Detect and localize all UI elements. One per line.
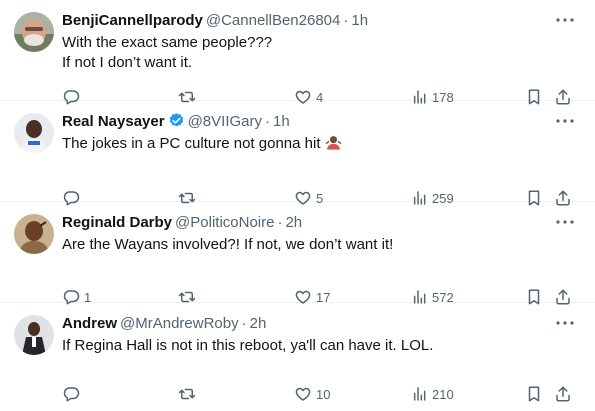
avatar[interactable] (14, 315, 54, 355)
bookmark-icon (528, 386, 540, 402)
more-options-icon[interactable] (553, 210, 577, 234)
separator-dot: · (277, 214, 283, 231)
verified-badge-icon[interactable] (168, 112, 185, 129)
avatar[interactable] (14, 113, 54, 153)
avatar[interactable] (14, 214, 54, 254)
reply-icon (63, 387, 80, 402)
share-button[interactable] (554, 383, 572, 405)
tweet-actions: 10 210 (62, 383, 581, 405)
timestamp[interactable]: 1h (273, 113, 290, 130)
tweet-text-line: If not I don’t want it. (62, 54, 193, 71)
person-shrugging-emoji (325, 136, 341, 150)
separator-dot: · (241, 315, 247, 332)
timestamp[interactable]: 2h (250, 315, 267, 332)
share-icon (556, 386, 570, 402)
user-handle[interactable]: @MrAndrewRoby (120, 315, 239, 332)
display-name[interactable]: Andrew (62, 315, 117, 332)
tweet-header: Andrew @MrAndrewRoby · 2h (62, 314, 535, 334)
reply-feed: BenjiCannellparody @CannellBen26804 · 1h Wi… (0, 0, 595, 411)
tweet[interactable]: BenjiCannellparody @CannellBen26804 · 1h Wi… (0, 0, 595, 105)
tweet-text: With the exact same people??? If not I d… (62, 33, 575, 73)
more-options-icon[interactable] (553, 109, 577, 133)
tweet-text: Are the Wayans involved?! If not, we don… (62, 235, 575, 255)
tweet-text-line: Are the Wayans involved?! If not, we don… (62, 236, 394, 253)
display-name[interactable]: Reginald Darby (62, 214, 172, 231)
like-button[interactable]: 10 (294, 383, 330, 405)
tweet[interactable]: Reginald Darby @PoliticoNoire · 2h Are the … (0, 202, 595, 305)
view-count: 210 (432, 386, 454, 402)
tweet[interactable]: Real Naysayer @8VIIGary · 1h The jokes in a… (0, 101, 595, 206)
bookmark-button[interactable] (526, 383, 542, 405)
tweet-header: BenjiCannellparody @CannellBen26804 · 1h (62, 11, 535, 31)
reply-button[interactable] (62, 383, 84, 405)
tweet-header: Reginald Darby @PoliticoNoire · 2h (62, 213, 535, 233)
user-handle[interactable]: @PoliticoNoire (175, 214, 274, 231)
tweet-text: If Regina Hall is not in this reboot, ya… (62, 336, 575, 356)
retweet-button[interactable] (177, 383, 201, 405)
tweet-text-line: If Regina Hall is not in this reboot, ya… (62, 337, 434, 354)
display-name[interactable]: BenjiCannellparody (62, 12, 203, 29)
timestamp[interactable]: 2h (285, 214, 302, 231)
separator-dot: · (343, 12, 349, 29)
separator-dot: · (265, 113, 270, 130)
user-handle[interactable]: @CannellBen26804 (206, 12, 341, 29)
retweet-icon (178, 388, 196, 400)
display-name[interactable]: Real Naysayer (62, 113, 165, 130)
more-options-icon[interactable] (553, 311, 577, 335)
more-options-icon[interactable] (553, 8, 577, 32)
views-button[interactable]: 210 (412, 383, 454, 405)
tweet-text-line: With the exact same people??? (62, 34, 273, 51)
like-count: 10 (316, 386, 331, 402)
heart-icon (295, 387, 311, 401)
tweet-header: Real Naysayer @8VIIGary · 1h (62, 112, 535, 132)
tweet[interactable]: Andrew @MrAndrewRoby · 2h If Regina Hall is… (0, 303, 595, 411)
views-chart-icon (413, 387, 426, 401)
tweet-text-line: The jokes in a PC culture not gonna hit (62, 135, 321, 152)
user-handle[interactable]: @8VIIGary (188, 113, 262, 130)
avatar[interactable] (14, 12, 54, 52)
tweet-text: The jokes in a PC culture not gonna hit (62, 134, 575, 154)
timestamp[interactable]: 1h (351, 12, 368, 29)
